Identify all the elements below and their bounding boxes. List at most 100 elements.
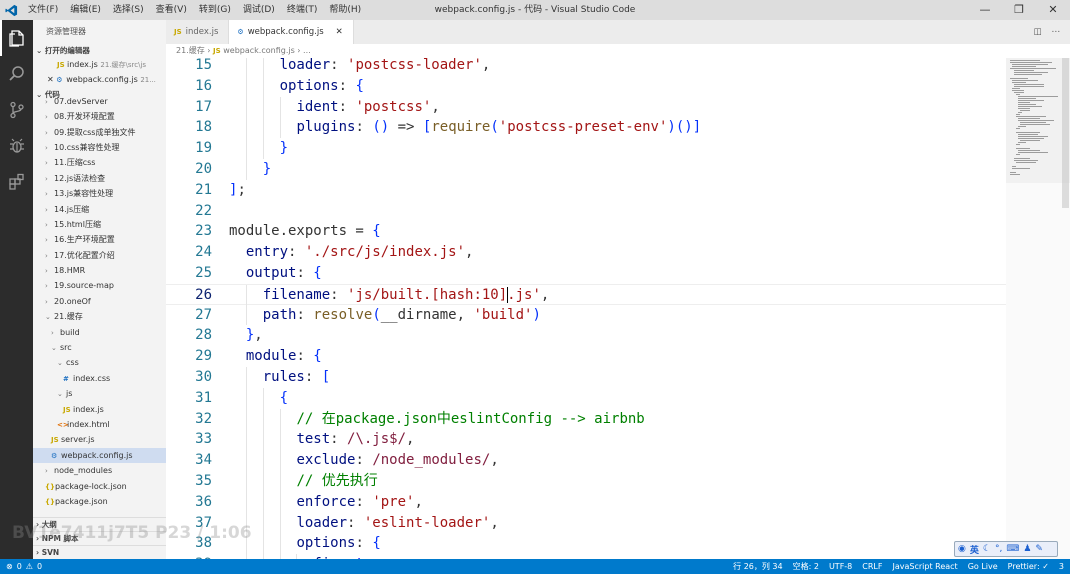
status-item[interactable]: UTF-8 (829, 562, 852, 571)
code-line[interactable]: 18 plugins: () => [require('postcss-pres… (166, 117, 1006, 139)
keyboard-icon[interactable]: ⌨ (1006, 544, 1019, 554)
tree-item[interactable]: › 16.生产环境配置 (33, 232, 166, 247)
code-editor[interactable]: 15 loader: 'postcss-loader', 16 options: … (166, 58, 1006, 559)
tree-item[interactable]: › 18.HMR (33, 263, 166, 278)
split-editor-icon[interactable]: ◫ (1033, 27, 1041, 37)
tree-item[interactable]: › 14.js压缩 (33, 202, 166, 217)
tree-item[interactable]: › 19.source-map (33, 278, 166, 293)
tree-item[interactable]: › 12.js语法检查 (33, 171, 166, 186)
more-actions-icon[interactable]: ⋯ (1052, 27, 1061, 37)
menu-item[interactable]: 调试(D) (237, 0, 281, 20)
tree-item[interactable]: › 11.压缩css (33, 155, 166, 170)
code-line[interactable]: 29 module: { (166, 346, 1006, 367)
tree-item[interactable]: › build (33, 325, 166, 340)
code-line[interactable]: 32 // 在package.json中eslintConfig --> air… (166, 408, 1006, 430)
tree-item[interactable]: › 20.oneOf (33, 294, 166, 309)
close-tab-icon[interactable]: ✕ (336, 20, 343, 44)
tree-item[interactable]: ⌄ 21.缓存 (33, 309, 166, 324)
close-icon[interactable]: ✕ (47, 75, 56, 84)
code-line[interactable]: 16 options: { (166, 75, 1006, 97)
editor-scrollbar[interactable] (1060, 58, 1070, 559)
code-line[interactable]: 27 path: resolve(__dirname, 'build') (166, 304, 1006, 326)
extensions-icon[interactable] (0, 164, 33, 200)
tab-index-js[interactable]: JS index.js (166, 20, 230, 44)
code-line[interactable]: 20 } (166, 159, 1006, 180)
code-line[interactable]: 25 output: { (166, 263, 1006, 284)
tree-item[interactable]: # index.css (33, 371, 166, 386)
error-count[interactable]: 0 (17, 562, 22, 571)
error-icon[interactable]: ⊗ (6, 562, 13, 571)
menu-item[interactable]: 帮助(H) (323, 0, 367, 20)
status-item[interactable]: 3 (1059, 562, 1064, 571)
sidebar-section-1[interactable]: › NPM 脚本 (33, 531, 166, 545)
tree-item[interactable]: ⌄ js (33, 386, 166, 401)
status-item[interactable]: Prettier: ✓ (1008, 562, 1049, 571)
moon-icon[interactable]: ☾ (983, 544, 991, 554)
warning-icon[interactable]: ⚠ (26, 562, 33, 571)
open-editor-item[interactable]: JS index.js 21.缓存\src\js (33, 57, 166, 72)
tree-item[interactable]: › node_modules (33, 463, 166, 478)
status-item[interactable]: 行 26，列 34 (733, 561, 782, 572)
menu-item[interactable]: 文件(F) (22, 0, 64, 20)
tree-item[interactable]: › 08.开发环境配置 (33, 109, 166, 124)
code-line[interactable]: 26 filename: 'js/built.[hash:10].js', (166, 283, 1006, 306)
sidebar-section-2[interactable]: › SVN (33, 545, 166, 559)
status-item[interactable]: 空格: 2 (793, 561, 819, 572)
code-line[interactable]: 38 options: { (166, 533, 1006, 555)
tree-item[interactable]: JS server.js (33, 432, 166, 447)
code-line[interactable]: 17 ident: 'postcss', (166, 96, 1006, 118)
tree-item[interactable]: {}package-lock.json (33, 479, 166, 494)
tree-item[interactable]: JS index.js (33, 402, 166, 417)
tree-item[interactable]: › 10.css兼容性处理 (33, 140, 166, 155)
tree-item[interactable]: <>index.html (33, 417, 166, 432)
tree-item[interactable]: › 17.优化配置介绍 (33, 248, 166, 263)
status-item[interactable]: CRLF (862, 562, 882, 571)
menu-item[interactable]: 编辑(E) (64, 0, 107, 20)
sidebar-section-0[interactable]: › 大纲 (33, 517, 166, 531)
tree-item[interactable]: ⚙ webpack.config.js (33, 447, 166, 464)
status-item[interactable]: JavaScript React (892, 562, 957, 571)
tree-item[interactable]: › 13.js兼容性处理 (33, 186, 166, 201)
code-line[interactable]: 37 loader: 'eslint-loader', (166, 512, 1006, 534)
search-icon[interactable] (0, 56, 33, 92)
tree-item[interactable]: {}package.json (33, 494, 166, 509)
menu-item[interactable]: 查看(V) (150, 0, 193, 20)
code-line[interactable]: 33 test: /\.js$/, (166, 429, 1006, 451)
warning-count[interactable]: 0 (37, 562, 42, 571)
close-icon[interactable]: ✕ (1036, 0, 1070, 20)
code-line[interactable]: 24 entry: './src/js/index.js', (166, 242, 1006, 263)
tree-item[interactable]: › 15.html压缩 (33, 217, 166, 232)
open-editor-item[interactable]: ✕ ⚙ webpack.config.js 21... (33, 72, 166, 87)
tree-item[interactable]: › 09.提取css成单独文件 (33, 125, 166, 140)
code-line[interactable]: 35 // 优先执行 (166, 471, 1006, 492)
debug-icon[interactable] (0, 128, 33, 164)
code-line[interactable]: 22 (166, 201, 1006, 222)
code-line[interactable]: 36 enforce: 'pre', (166, 491, 1006, 513)
tree-item[interactable]: ⌄ src (33, 340, 166, 355)
menu-item[interactable]: 终端(T) (281, 0, 324, 20)
code-line[interactable]: 31 { (166, 387, 1006, 409)
menu-item[interactable]: 转到(G) (193, 0, 237, 20)
code-line[interactable]: 30 rules: [ (166, 367, 1006, 388)
tab-webpack-config-js[interactable]: ⚙ webpack.config.js ✕ (229, 20, 354, 44)
code-line[interactable]: 23 module.exports = { (166, 221, 1006, 242)
code-line[interactable]: 21]; (166, 180, 1006, 201)
tree-item[interactable]: ⌄ css (33, 355, 166, 370)
open-editors-section[interactable]: ⌄ 打开的编辑器 (33, 44, 166, 57)
tree-item[interactable]: › 07.devServer (33, 94, 166, 109)
user-icon[interactable]: ♟ (1023, 544, 1031, 554)
punctuation-icon[interactable]: °, (995, 544, 1002, 554)
tools-icon[interactable]: ✎ (1035, 544, 1043, 554)
source-control-icon[interactable] (0, 92, 33, 128)
code-line[interactable]: 15 loader: 'postcss-loader', (166, 58, 1006, 76)
minimize-icon[interactable]: — (968, 0, 1002, 20)
explorer-icon[interactable] (0, 20, 33, 56)
code-line[interactable]: 28 }, (166, 325, 1006, 346)
ime-language-label[interactable]: 英 (970, 543, 979, 556)
menu-item[interactable]: 选择(S) (107, 0, 150, 20)
code-line[interactable]: 34 exclude: /node_modules/, (166, 450, 1006, 471)
ime-toolbar[interactable]: ◉ 英 ☾ °, ⌨ ♟ ✎ (954, 541, 1058, 557)
code-line[interactable]: 19 } (166, 138, 1006, 159)
maximize-icon[interactable]: ❐ (1002, 0, 1036, 20)
status-item[interactable]: Go Live (968, 562, 998, 571)
